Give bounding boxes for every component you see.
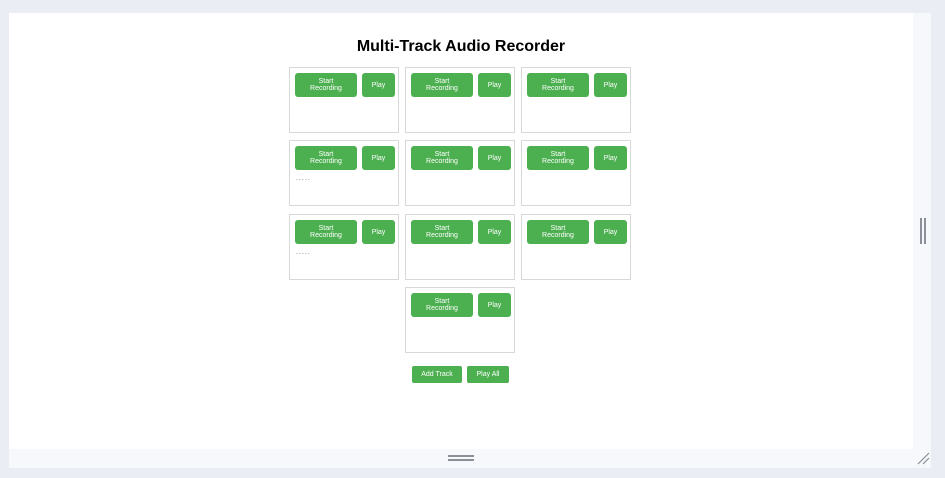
start-recording-label: Start Recording bbox=[542, 78, 574, 92]
track-card: Start Recording Play bbox=[521, 140, 631, 206]
track-card: Start Recording Play bbox=[289, 140, 399, 206]
start-recording-label: Start Recording bbox=[426, 298, 458, 312]
play-button[interactable]: Play bbox=[362, 73, 395, 97]
start-recording-label: Start Recording bbox=[542, 151, 574, 165]
track-card: Start Recording Play bbox=[521, 67, 631, 133]
play-button[interactable]: Play bbox=[594, 146, 627, 170]
start-recording-label: Start Recording bbox=[310, 78, 342, 92]
play-all-button[interactable]: Play All bbox=[467, 366, 509, 383]
vertical-resize-handle-icon[interactable] bbox=[920, 218, 926, 244]
start-recording-button[interactable]: Start Recording bbox=[295, 146, 357, 170]
start-recording-label: Start Recording bbox=[426, 225, 458, 239]
start-recording-button[interactable]: Start Recording bbox=[411, 293, 473, 317]
start-recording-button[interactable]: Start Recording bbox=[411, 73, 473, 97]
play-button[interactable]: Play bbox=[594, 73, 627, 97]
play-button[interactable]: Play bbox=[478, 220, 511, 244]
waveform-placeholder bbox=[296, 179, 310, 181]
start-recording-button[interactable]: Start Recording bbox=[295, 220, 357, 244]
track-card: Start Recording Play bbox=[405, 214, 515, 280]
start-recording-button[interactable]: Start Recording bbox=[527, 146, 589, 170]
page-title: Multi-Track Audio Recorder bbox=[356, 38, 566, 55]
start-recording-label: Start Recording bbox=[310, 151, 342, 165]
play-button[interactable]: Play bbox=[594, 220, 627, 244]
track-card: Start Recording Play bbox=[521, 214, 631, 280]
start-recording-button[interactable]: Start Recording bbox=[411, 220, 473, 244]
start-recording-button[interactable]: Start Recording bbox=[527, 220, 589, 244]
start-recording-button[interactable]: Start Recording bbox=[295, 73, 357, 97]
horizontal-resize-handle-icon[interactable] bbox=[448, 455, 474, 461]
play-button[interactable]: Play bbox=[478, 73, 511, 97]
track-card: Start Recording Play bbox=[405, 287, 515, 353]
start-recording-label: Start Recording bbox=[426, 151, 458, 165]
play-button[interactable]: Play bbox=[362, 146, 395, 170]
start-recording-button[interactable]: Start Recording bbox=[411, 146, 473, 170]
play-button[interactable]: Play bbox=[362, 220, 395, 244]
add-track-button[interactable]: Add Track bbox=[412, 366, 462, 383]
start-recording-button[interactable]: Start Recording bbox=[527, 73, 589, 97]
resize-corner-icon[interactable] bbox=[916, 451, 930, 465]
start-recording-label: Start Recording bbox=[542, 225, 574, 239]
track-card: Start Recording Play bbox=[405, 140, 515, 206]
track-card: Start Recording Play bbox=[289, 67, 399, 133]
track-card: Start Recording Play bbox=[289, 214, 399, 280]
start-recording-label: Start Recording bbox=[426, 78, 458, 92]
waveform-placeholder bbox=[296, 253, 310, 255]
track-card: Start Recording Play bbox=[405, 67, 515, 133]
play-button[interactable]: Play bbox=[478, 146, 511, 170]
start-recording-label: Start Recording bbox=[310, 225, 342, 239]
play-button[interactable]: Play bbox=[478, 293, 511, 317]
